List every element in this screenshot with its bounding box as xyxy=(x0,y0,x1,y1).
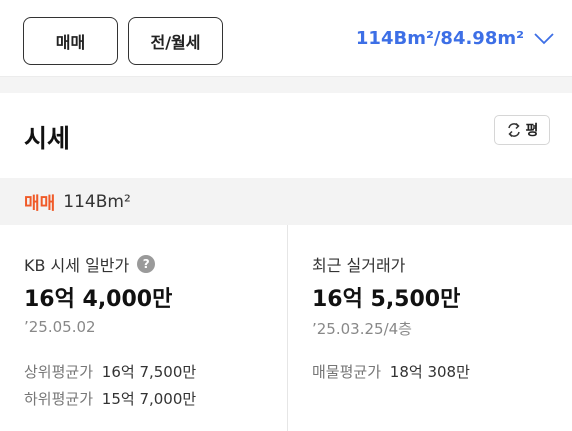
listing-average: 매물평균가 18억 308만 xyxy=(312,361,470,382)
unit-toggle-button[interactable]: 평 xyxy=(494,115,550,145)
help-icon[interactable]: ? xyxy=(137,255,156,273)
area-selector[interactable]: 114Bm²/84.98m² xyxy=(356,28,554,49)
area-label: 114Bm² xyxy=(63,191,131,212)
deal-type-label: 매매 xyxy=(24,194,56,214)
listing-value: 18억 308만 xyxy=(389,363,470,381)
listing-label: 매물평균가 xyxy=(312,363,382,381)
section-title: 시세 xyxy=(24,124,71,153)
kb-upper-label: 상위평균가 xyxy=(24,363,94,381)
top-bar: 매매 전/월세 114Bm²/84.98m² xyxy=(0,0,572,77)
real-label-row: 최근 실거래가 xyxy=(312,252,405,276)
kb-price-column: KB 시세 일반가 ? 16억 4,000만 ’25.05.02 상위평균가 1… xyxy=(0,225,288,431)
kb-upper-average: 상위평균가 16억 7,500만 xyxy=(24,361,196,382)
tab-sale-button[interactable]: 매매 xyxy=(23,17,118,65)
kb-date: ’25.05.02 xyxy=(24,318,96,336)
kb-label-row: KB 시세 일반가 ? xyxy=(24,252,156,276)
real-price: 16억 5,500만 xyxy=(312,287,461,312)
real-label: 최근 실거래가 xyxy=(312,256,406,275)
kb-lower-value: 15억 7,000만 xyxy=(101,390,197,408)
kb-label: KB 시세 일반가 xyxy=(24,256,130,275)
kb-upper-value: 16억 7,500만 xyxy=(101,363,197,381)
real-date: ’25.03.25/4층 xyxy=(312,320,412,338)
swap-icon xyxy=(507,122,520,138)
chevron-down-icon xyxy=(534,32,554,44)
price-card: 시세 평 매매 114Bm² KB 시세 일반가 ? 16억 4,000만 ’2… xyxy=(0,93,572,431)
kb-price: 16억 4,000만 xyxy=(24,287,173,312)
tab-rent-button[interactable]: 전/월세 xyxy=(128,17,223,65)
section-divider xyxy=(0,77,572,93)
deal-subheader: 매매 114Bm² xyxy=(0,178,572,225)
area-selector-label: 114Bm²/84.98m² xyxy=(355,28,524,49)
real-trade-column: 최근 실거래가 16억 5,500만 ’25.03.25/4층 매물평균가 18… xyxy=(288,225,572,431)
unit-toggle-label: 평 xyxy=(525,123,539,139)
kb-lower-average: 하위평균가 15억 7,000만 xyxy=(24,388,196,409)
kb-lower-label: 하위평균가 xyxy=(24,390,94,408)
